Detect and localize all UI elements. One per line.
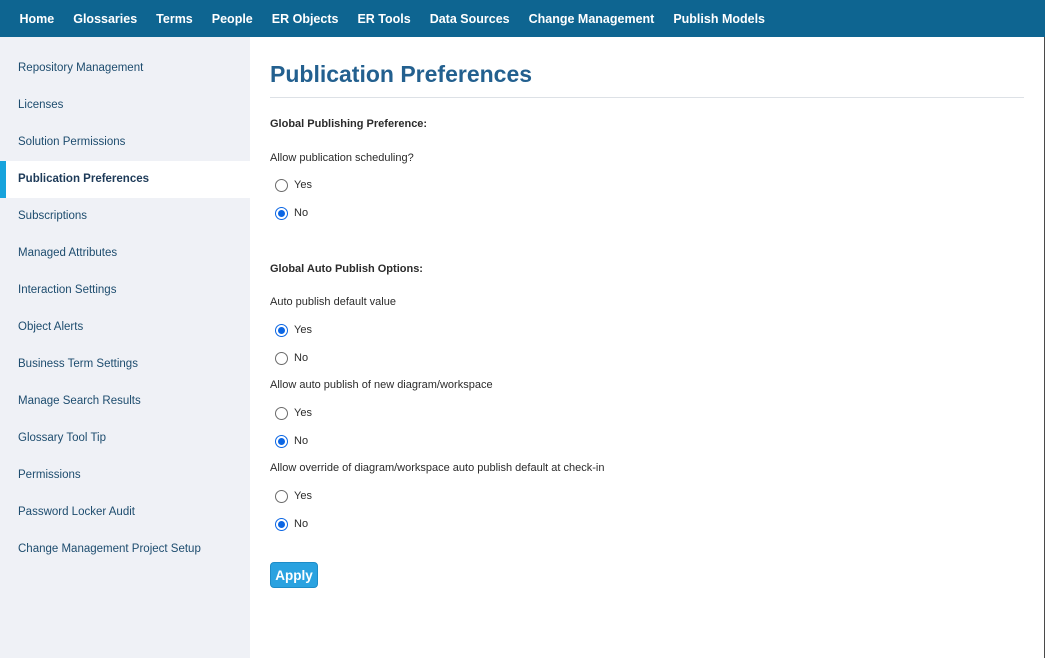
sidebar-item-licenses[interactable]: Licenses [0, 87, 250, 124]
radio-label: Yes [294, 490, 312, 502]
new-diagram-yes-option[interactable]: Yes [275, 405, 312, 421]
default-no-option[interactable]: No [275, 350, 308, 366]
radio-label: No [294, 435, 309, 447]
radio-label: No [294, 518, 309, 530]
radio-label: Yes [294, 324, 312, 336]
page-title: Publication Preferences [270, 61, 533, 87]
sidebar-item-change-management-project-setup[interactable]: Change Management Project Setup [0, 531, 250, 568]
new-diagram-no-option[interactable]: No [275, 433, 308, 449]
sidebar-item-publication-preferences[interactable]: Publication Preferences [0, 161, 250, 198]
nav-glossaries[interactable]: Glossaries [64, 12, 147, 26]
radio-label: Yes [294, 407, 312, 419]
nav-change-management[interactable]: Change Management [519, 12, 664, 26]
auto-publish-new-diagram-question: Allow auto publish of new diagram/worksp… [270, 379, 493, 391]
main-content: Publication Preferences Global Publishin… [250, 37, 1045, 658]
sidebar-item-repository-management[interactable]: Repository Management [0, 50, 250, 87]
radio-label: No [294, 352, 309, 364]
sidebar-item-permissions[interactable]: Permissions [0, 457, 250, 494]
override-yes-option[interactable]: Yes [275, 488, 312, 504]
sidebar-item-object-alerts[interactable]: Object Alerts [0, 309, 250, 346]
nav-people[interactable]: People [202, 12, 262, 26]
apply-button[interactable]: Apply [270, 562, 318, 588]
sidebar-item-glossary-tool-tip[interactable]: Glossary Tool Tip [0, 420, 250, 457]
sidebar-item-password-locker-audit[interactable]: Password Locker Audit [0, 494, 250, 531]
global-auto-publish-label: Global Auto Publish Options: [270, 263, 423, 275]
auto-publish-default-question: Auto publish default value [270, 296, 396, 308]
nav-home[interactable]: Home [10, 12, 64, 26]
scheduling-no-option[interactable]: No [275, 205, 308, 221]
default-no-radio[interactable] [275, 351, 288, 365]
override-no-option[interactable]: No [275, 516, 308, 532]
sidebar: Repository Management Licenses Solution … [0, 37, 250, 658]
nav-er-tools[interactable]: ER Tools [348, 12, 420, 26]
radio-label: No [294, 207, 309, 219]
scheduling-no-radio[interactable] [275, 206, 288, 220]
scheduling-yes-radio[interactable] [275, 178, 288, 192]
allow-scheduling-question: Allow publication scheduling? [270, 152, 414, 164]
sidebar-item-business-term-settings[interactable]: Business Term Settings [0, 346, 250, 383]
global-publishing-label: Global Publishing Preference: [270, 118, 428, 130]
sidebar-item-interaction-settings[interactable]: Interaction Settings [0, 272, 250, 309]
nav-er-objects[interactable]: ER Objects [262, 12, 348, 26]
sidebar-item-solution-permissions[interactable]: Solution Permissions [0, 124, 250, 161]
nav-terms[interactable]: Terms [147, 12, 203, 26]
sidebar-item-manage-search-results[interactable]: Manage Search Results [0, 383, 250, 420]
radio-label: Yes [294, 179, 312, 191]
default-yes-option[interactable]: Yes [275, 322, 312, 338]
override-yes-radio[interactable] [275, 489, 288, 503]
new-diagram-yes-radio[interactable] [275, 406, 288, 420]
default-yes-radio[interactable] [275, 323, 288, 337]
title-divider [270, 97, 1024, 98]
nav-data-sources[interactable]: Data Sources [420, 12, 519, 26]
override-no-radio[interactable] [275, 517, 288, 531]
nav-publish-models[interactable]: Publish Models [664, 12, 775, 26]
scheduling-yes-option[interactable]: Yes [275, 177, 312, 193]
sidebar-item-subscriptions[interactable]: Subscriptions [0, 198, 250, 235]
sidebar-item-managed-attributes[interactable]: Managed Attributes [0, 235, 250, 272]
new-diagram-no-radio[interactable] [275, 434, 288, 448]
top-navigation-bar: Home Glossaries Terms People ER Objects … [0, 0, 1045, 37]
override-checkin-question: Allow override of diagram/workspace auto… [270, 462, 605, 474]
